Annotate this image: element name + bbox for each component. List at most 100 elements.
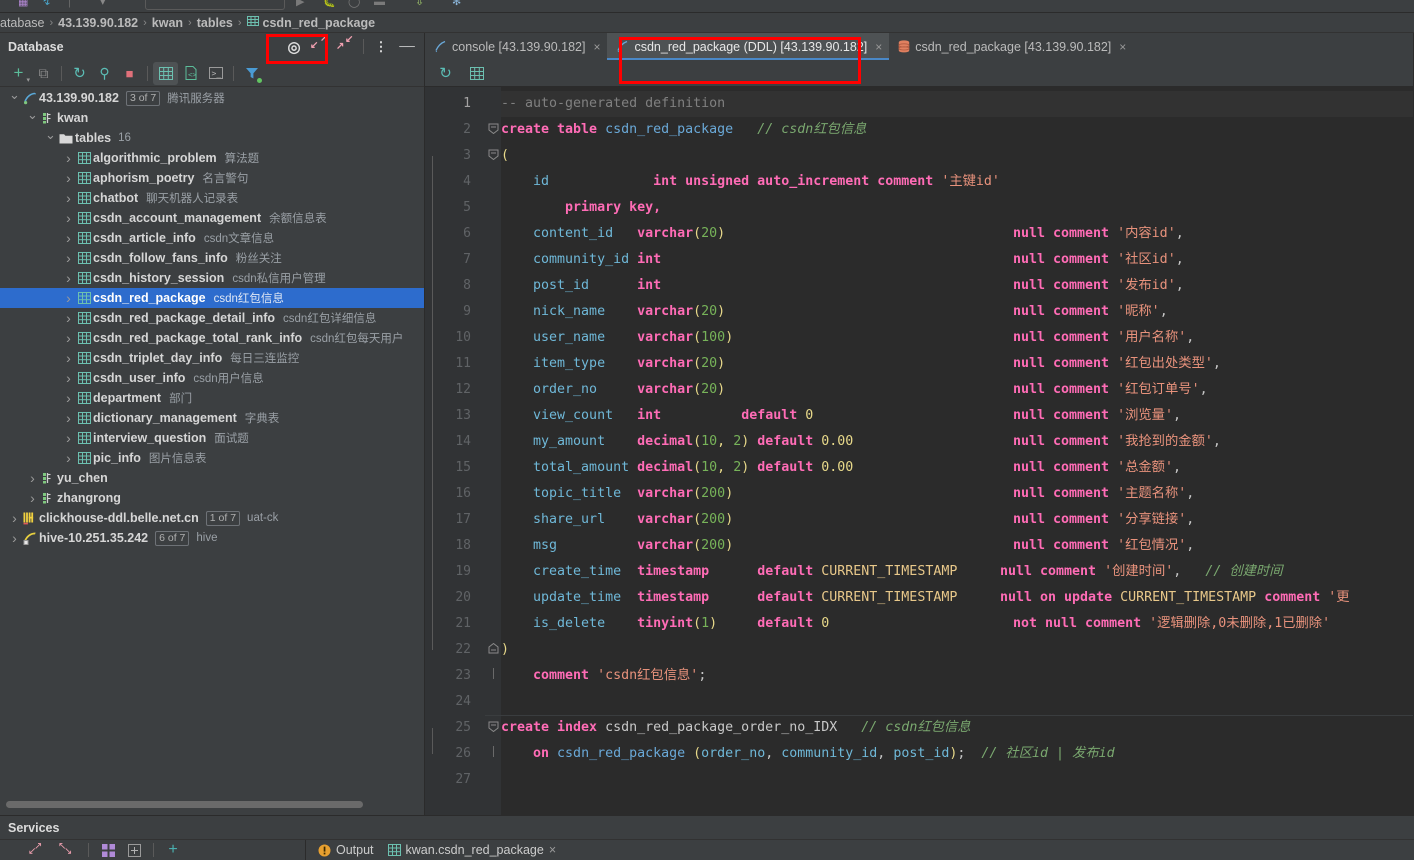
services-bar[interactable]: Services <box>0 815 1414 839</box>
code-line-trailing[interactable]: null comment '浏览量', <box>1013 403 1181 429</box>
chevron-right-icon[interactable] <box>62 250 75 266</box>
search-db-icon[interactable]: ⚲ <box>92 62 117 85</box>
code-line[interactable]: user_name varchar(100) <box>501 325 733 351</box>
code-line[interactable]: post_id int <box>501 273 661 299</box>
chevron-right-icon[interactable] <box>62 450 75 466</box>
fold-collapse-icon[interactable] <box>485 715 501 741</box>
horizontal-scrollbar[interactable] <box>6 801 363 808</box>
fold-end-icon[interactable] <box>485 637 501 663</box>
code-line-trailing[interactable]: null comment '发布id', <box>1013 273 1184 299</box>
chevron-right-icon[interactable] <box>62 270 75 286</box>
code-line-trailing[interactable]: null comment '用户名称', <box>1013 325 1194 351</box>
branch-icon[interactable]: ↯ <box>42 0 51 9</box>
fold-collapse-icon[interactable] <box>485 117 501 143</box>
close-icon[interactable]: × <box>593 40 600 54</box>
tree-row-zhangrong[interactable]: zhangrong <box>0 488 424 508</box>
breadcrumb-item-2[interactable]: kwan <box>152 16 183 30</box>
chevron-right-icon[interactable] <box>62 350 75 366</box>
stop-icon[interactable]: ■ <box>117 62 142 85</box>
table-grid-icon[interactable] <box>464 62 489 85</box>
chevron-right-icon[interactable] <box>62 150 75 166</box>
collapse-window-icon[interactable]: ↖ ↘ <box>56 840 82 860</box>
code-line-trailing[interactable]: null comment '社区id', <box>1013 247 1184 273</box>
copy-icon[interactable]: ⧉ <box>31 62 56 85</box>
code-line-trailing[interactable]: null comment '分享链接', <box>1013 507 1194 533</box>
project-icon[interactable]: ▦ <box>18 0 28 9</box>
code-line[interactable]: on csdn_red_package (order_no, community… <box>501 741 1115 767</box>
sql-editor[interactable]: -- auto-generated definition create table… <box>425 87 1414 815</box>
tree-row-clickhouse-ddl-belle-net-cn[interactable]: clickhouse-ddl.belle.net.cn 1 of 7 uat-ck <box>0 508 424 528</box>
code-content[interactable]: -- auto-generated definition create table… <box>501 87 1414 815</box>
breadcrumb-item-3[interactable]: tables <box>197 16 233 30</box>
chevron-right-icon[interactable] <box>8 510 21 526</box>
chevron-right-icon[interactable] <box>62 290 75 306</box>
chevron-down-icon[interactable] <box>26 110 39 126</box>
chevron-down-icon[interactable] <box>8 90 21 106</box>
console-icon[interactable]: >_ <box>203 62 228 85</box>
code-line[interactable]: share_url varchar(200) <box>501 507 733 533</box>
editor-tab-0[interactable]: console [43.139.90.182] × <box>425 33 607 60</box>
tree-row-43-139-90-182[interactable]: 43.139.90.182 3 of 7 腾讯服务器 <box>0 88 424 108</box>
code-line[interactable]: topic_title varchar(200) <box>501 481 733 507</box>
code-line[interactable]: create_time timestamp default CURRENT_TI… <box>501 559 957 585</box>
breadcrumb-item-4[interactable]: csdn_red_package <box>263 16 376 30</box>
tree-row-csdn-red-package-total-rank-info[interactable]: csdn_red_package_total_rank_info csdn红包每天… <box>0 328 424 348</box>
code-line[interactable]: comment 'csdn红包信息'; <box>501 663 706 689</box>
code-line-trailing[interactable]: null comment '红包订单号', <box>1013 377 1208 403</box>
breadcrumb[interactable]: atabase › 43.139.90.182 › kwan › tables … <box>0 13 1414 33</box>
tree-row-aphorism-poetry[interactable]: aphorism_poetry 名言警句 <box>0 168 424 188</box>
tree-row-csdn-triplet-day-info[interactable]: csdn_triplet_day_info 每日三连监控 <box>0 348 424 368</box>
tree-row-csdn-history-session[interactable]: csdn_history_session csdn私信用户管理 <box>0 268 424 288</box>
tree-row-dictionary-management[interactable]: dictionary_management 字典表 <box>0 408 424 428</box>
chevron-right-icon[interactable] <box>62 310 75 326</box>
code-line[interactable]: community_id int <box>501 247 661 273</box>
chevron-right-icon[interactable] <box>62 390 75 406</box>
code-line-trailing[interactable]: null comment '昵称', <box>1013 299 1168 325</box>
debug-icon[interactable]: 🐛 <box>322 0 336 9</box>
chevron-right-icon[interactable] <box>62 210 75 226</box>
statusbar-tab-table[interactable]: kwan.csdn_red_package × <box>387 843 556 857</box>
code-line[interactable]: nick_name varchar(20) <box>501 299 725 325</box>
code-line[interactable]: my_amount decimal(10, 2) default 0.00 <box>501 429 853 455</box>
coverage-icon[interactable]: ◯ <box>348 0 360 9</box>
code-line-trailing[interactable]: null comment '总金额', <box>1013 455 1181 481</box>
code-line[interactable]: is_delete tinyint(1) default 0 <box>501 611 829 637</box>
chevron-down-icon[interactable] <box>44 130 57 146</box>
tree-row-pic-info[interactable]: pic_info 图片信息表 <box>0 448 424 468</box>
chevron-right-icon[interactable] <box>62 170 75 186</box>
code-line[interactable]: id int unsigned auto_increment comment '… <box>501 169 1000 195</box>
more-options-icon[interactable]: ⋮ <box>368 35 394 59</box>
run-config-selector[interactable] <box>145 0 285 10</box>
code-line[interactable]: view_count int default 0 <box>501 403 813 429</box>
refresh-icon[interactable]: ↻ <box>433 62 458 85</box>
code-line[interactable]: update_time timestamp default CURRENT_TI… <box>501 585 957 611</box>
tree-row-csdn-user-info[interactable]: csdn_user_info csdn用户信息 <box>0 368 424 388</box>
code-line[interactable]: -- auto-generated definition <box>501 91 725 117</box>
code-line-trailing[interactable]: null comment '红包出处类型', <box>1013 351 1221 377</box>
add-icon[interactable]: + <box>160 840 186 860</box>
breadcrumb-item-1[interactable]: 43.139.90.182 <box>58 16 138 30</box>
tree-row-chatbot[interactable]: chatbot 聊天机器人记录表 <box>0 188 424 208</box>
run-config-icon[interactable]: ▾ <box>100 0 106 9</box>
tree-row-tables[interactable]: tables 16 <box>0 128 424 148</box>
add-panel-icon[interactable] <box>121 840 147 860</box>
code-line[interactable]: item_type varchar(20) <box>501 351 725 377</box>
tree-row-csdn-account-management[interactable]: csdn_account_management 余额信息表 <box>0 208 424 228</box>
chevron-right-icon[interactable] <box>26 490 39 506</box>
close-icon[interactable]: × <box>1119 40 1126 54</box>
code-line-trailing[interactable]: null comment '我抢到的金额', <box>1013 429 1221 455</box>
close-icon[interactable]: × <box>875 40 882 54</box>
tree-row-yu-chen[interactable]: yu_chen <box>0 468 424 488</box>
database-tree[interactable]: 43.139.90.182 3 of 7 腾讯服务器 kwan tables 16 algo… <box>0 88 424 793</box>
run-icon[interactable]: ▶ <box>296 0 304 9</box>
tree-row-algorithmic-problem[interactable]: algorithmic_problem 算法题 <box>0 148 424 168</box>
tree-row-csdn-article-info[interactable]: csdn_article_info csdn文章信息 <box>0 228 424 248</box>
settings-target-icon[interactable]: ◎ <box>281 35 307 59</box>
chevron-right-icon[interactable] <box>62 370 75 386</box>
fold-end-icon[interactable] <box>485 663 501 689</box>
stop-icon[interactable]: ▬ <box>374 0 385 9</box>
code-line-trailing[interactable]: null comment '创建时间', // 创建时间 <box>1000 559 1283 585</box>
chevron-right-icon[interactable] <box>62 330 75 346</box>
search-everywhere-icon[interactable]: ✻ <box>452 0 461 9</box>
code-line[interactable]: total_amount decimal(10, 2) default 0.00 <box>501 455 853 481</box>
